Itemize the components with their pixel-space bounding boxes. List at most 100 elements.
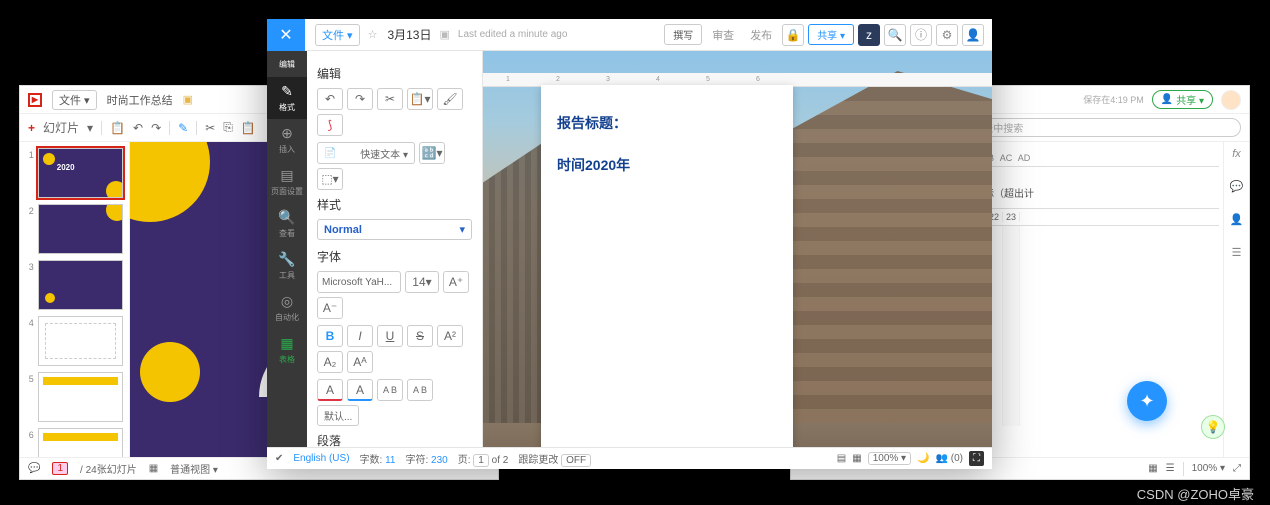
rail-page[interactable]: ▤页面设置 (267, 161, 307, 203)
close-button[interactable]: ✕ (267, 19, 305, 51)
search-icon[interactable]: 🔍 (884, 24, 906, 46)
folder-icon[interactable]: ▣ (183, 93, 193, 106)
doc-heading-1[interactable]: 报告标题： (557, 113, 777, 133)
collaborators[interactable]: 👥 (0) (936, 453, 963, 464)
track-changes[interactable]: 跟踪更改 OFF (518, 451, 591, 466)
document-area[interactable]: 123456 报告标题： 时间2020年 (483, 51, 992, 447)
web-layout-icon[interactable]: ▦ (852, 453, 861, 464)
word-count[interactable]: 字数: 11 (360, 451, 396, 466)
view-mode-icon[interactable]: ▦ (149, 463, 158, 474)
char-spacing2-button[interactable]: A B (407, 379, 433, 401)
font-color-button[interactable]: A (317, 379, 343, 401)
quick-text-dropdown[interactable]: 📄快速文本 ▾ (317, 142, 415, 164)
folder-icon[interactable]: ▣ (439, 28, 449, 41)
undo-icon[interactable]: ↶ (133, 121, 143, 135)
clipboard-icon[interactable]: 📋▾ (407, 88, 433, 110)
select-icon[interactable]: ⬚▾ (317, 168, 343, 190)
comments-icon[interactable]: 💬 (28, 463, 40, 474)
thumbnail-panel[interactable]: 12020 2 3 4 5 6 (20, 142, 130, 457)
publish-link[interactable]: 发布 (744, 27, 778, 43)
rail-edit[interactable]: 编辑 (267, 51, 307, 77)
hint-bulb-icon[interactable]: 💡 (1201, 415, 1225, 439)
person-icon[interactable]: 👤 (1230, 213, 1244, 226)
share-button[interactable]: 共享 ▾ (808, 24, 854, 45)
doc-heading-2[interactable]: 时间2020年 (557, 155, 777, 175)
zoom-dropdown[interactable]: 100% ▾ (868, 452, 911, 465)
clipboard-icon[interactable]: 📋 (110, 121, 125, 135)
clear-format-icon[interactable]: ⟆ (317, 114, 343, 136)
redo-icon[interactable]: ↷ (151, 121, 161, 135)
expand-icon[interactable]: ⤢ (1233, 463, 1241, 474)
zia-icon[interactable]: ᴢ (858, 24, 880, 46)
write-button[interactable]: 撰写 (664, 24, 702, 45)
strike-button[interactable]: S (407, 325, 433, 347)
new-slide-label[interactable]: 幻灯片 (43, 119, 79, 136)
char-spacing-button[interactable]: A B (377, 379, 403, 401)
cut-icon[interactable]: ✂ (205, 121, 215, 135)
redo-icon[interactable]: ↷ (347, 88, 373, 110)
rail-format[interactable]: ✎格式 (267, 77, 307, 119)
rail-tools[interactable]: 🔧工具 (267, 245, 307, 287)
superscript-button[interactable]: A² (437, 325, 463, 347)
page-indicator[interactable]: 页: 1 of 2 (458, 451, 509, 466)
night-mode-icon[interactable]: 🌙 (917, 453, 929, 464)
subscript-button[interactable]: A₂ (317, 351, 343, 373)
show-file-menu[interactable]: 文件 ▾ (52, 90, 97, 110)
increase-font-icon[interactable]: A⁺ (443, 271, 469, 293)
rail-table[interactable]: ▦表格 (267, 329, 307, 371)
add-slide-button[interactable]: + (28, 121, 35, 135)
view-mode-dropdown[interactable]: 普通视图 ▾ (170, 461, 218, 476)
undo-icon[interactable]: ↶ (317, 88, 343, 110)
fab-add-button[interactable]: ✦ (1127, 381, 1167, 421)
list-icon[interactable]: ☰ (1232, 246, 1242, 259)
bold-button[interactable]: B (317, 325, 343, 347)
user-avatar[interactable] (1221, 90, 1241, 110)
lock-icon[interactable]: 🔒 (782, 24, 804, 46)
format-painter-icon[interactable]: 🖌 (437, 88, 463, 110)
rail-view[interactable]: 🔍查看 (267, 203, 307, 245)
thumbnail[interactable]: 3 (26, 260, 123, 310)
paste-icon[interactable]: 📋 (241, 121, 256, 135)
cut-icon[interactable]: ✂ (377, 88, 403, 110)
document-page[interactable]: 报告标题： 时间2020年 (541, 85, 793, 447)
comment-icon[interactable]: 💬 (1230, 180, 1244, 193)
default-button[interactable]: 默认... (317, 405, 359, 426)
thumbnail[interactable]: 6 (26, 428, 123, 457)
underline-button[interactable]: U (377, 325, 403, 347)
decrease-font-icon[interactable]: A⁻ (317, 297, 343, 319)
gear-icon[interactable]: ⚙ (936, 24, 958, 46)
italic-button[interactable]: I (347, 325, 373, 347)
font-family-dropdown[interactable]: Microsoft YaH... (317, 271, 401, 293)
copy-icon[interactable]: ⎘ (223, 120, 233, 135)
grid-icon[interactable]: ▦ (1148, 463, 1157, 474)
share-button[interactable]: 👤共享 ▾ (1152, 90, 1213, 109)
user-icon[interactable]: 👤 (962, 24, 984, 46)
thumbnail[interactable]: 5 (26, 372, 123, 422)
highlight-button[interactable]: A (347, 379, 373, 401)
lang-indicator[interactable]: English (US) (293, 453, 349, 464)
style-dropdown[interactable]: Normal▾ (317, 219, 472, 240)
star-icon[interactable]: ☆ (368, 28, 378, 41)
document-title[interactable]: 3月13日 (387, 26, 431, 43)
fx-icon[interactable]: fx (1232, 148, 1241, 160)
dropdown-icon[interactable]: ▾ (87, 121, 93, 135)
char-count[interactable]: 字符: 230 (405, 451, 447, 466)
review-link[interactable]: 审查 (706, 27, 740, 43)
font-size-dropdown[interactable]: 14 ▾ (405, 271, 439, 293)
file-menu[interactable]: 文件 ▾ (315, 24, 360, 46)
thumbnail[interactable]: 2 (26, 204, 123, 254)
current-slide-number[interactable]: 1 (52, 462, 68, 475)
format-painter-icon[interactable]: ✎ (178, 121, 188, 135)
layout-icon[interactable]: ▤ (837, 453, 846, 464)
rail-auto[interactable]: ◎自动化 (267, 287, 307, 329)
rail-insert[interactable]: ⊕插入 (267, 119, 307, 161)
thumbnail[interactable]: 12020 (26, 148, 123, 198)
zoom-dropdown[interactable]: 100% ▾ (1192, 463, 1225, 474)
spellcheck-icon[interactable]: ✔ (275, 453, 283, 464)
list-icon[interactable]: ☰ (1166, 463, 1175, 474)
change-case-button[interactable]: Aᴬ (347, 351, 373, 373)
info-icon[interactable]: ⓘ (910, 24, 932, 46)
fullscreen-icon[interactable]: ⛶ (969, 451, 984, 466)
find-replace-icon[interactable]: 🔡▾ (419, 142, 445, 164)
thumbnail[interactable]: 4 (26, 316, 123, 366)
